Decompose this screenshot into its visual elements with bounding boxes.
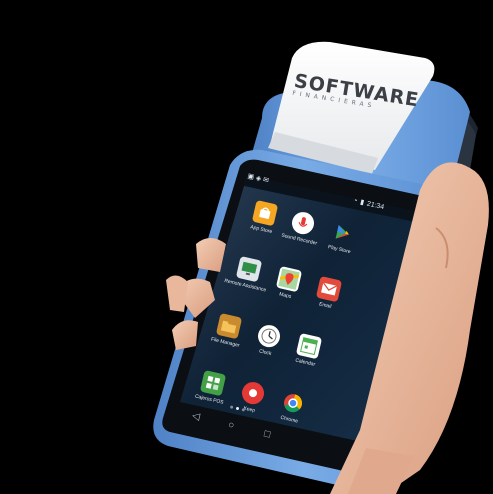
email-icon [315,275,343,303]
microphone-icon [289,209,317,237]
status-time: 21:34 [366,199,385,211]
calendar-icon [295,332,323,360]
app-store-icon [251,199,279,227]
record-icon [239,379,267,407]
battery-icon: ▮ [359,198,365,207]
clock-icon [255,322,283,350]
wifi-icon: ◔ [352,196,359,205]
pos-icon [199,369,227,397]
notification-icons: ▣ ◈ ✉ [246,172,270,185]
chrome-icon [280,390,306,416]
folder-icon [215,312,243,340]
device-photo [153,41,489,494]
play-store-icon [330,220,356,246]
monitor-icon [235,255,263,283]
maps-icon [275,265,303,293]
